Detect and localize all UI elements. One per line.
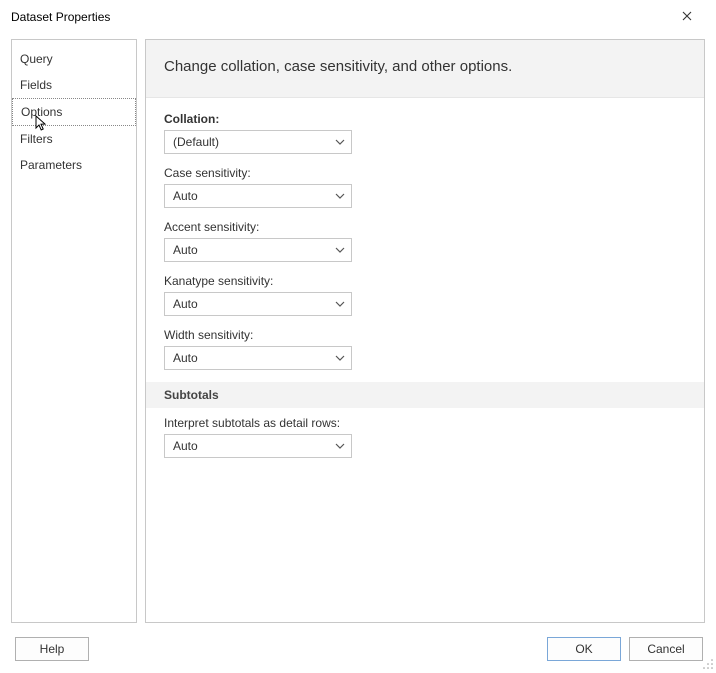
select-value: (Default) (173, 135, 335, 149)
close-button[interactable] (667, 3, 707, 31)
sidebar: Query Fields Options Filters Parameters (11, 39, 137, 623)
select-value: Auto (173, 351, 335, 365)
chevron-down-icon (335, 301, 345, 307)
collation-select[interactable]: (Default) (164, 130, 352, 154)
chevron-down-icon (335, 247, 345, 253)
sidebar-item-parameters[interactable]: Parameters (12, 152, 136, 178)
cancel-button[interactable]: Cancel (629, 637, 703, 661)
accent-sensitivity-select[interactable]: Auto (164, 238, 352, 262)
sidebar-item-label: Filters (20, 132, 53, 146)
sidebar-item-label: Options (21, 105, 62, 119)
select-value: Auto (173, 189, 335, 203)
kanatype-sensitivity-label: Kanatype sensitivity: (164, 274, 686, 288)
interpret-subtotals-label: Interpret subtotals as detail rows: (164, 416, 686, 430)
dialog-window: Dataset Properties Query Fields Options (0, 0, 716, 672)
options-content: Collation: (Default) Case sensitivity: A… (146, 98, 704, 622)
collation-label: Collation: (164, 112, 686, 126)
titlebar: Dataset Properties (1, 1, 715, 33)
button-label: Help (40, 642, 65, 656)
accent-sensitivity-label: Accent sensitivity: (164, 220, 686, 234)
width-sensitivity-select[interactable]: Auto (164, 346, 352, 370)
button-row: Help OK Cancel (1, 627, 715, 671)
sidebar-item-label: Parameters (20, 158, 82, 172)
interpret-subtotals-select[interactable]: Auto (164, 434, 352, 458)
sidebar-item-filters[interactable]: Filters (12, 126, 136, 152)
kanatype-sensitivity-select[interactable]: Auto (164, 292, 352, 316)
sidebar-item-options[interactable]: Options (12, 98, 136, 126)
help-button[interactable]: Help (15, 637, 89, 661)
chevron-down-icon (335, 355, 345, 361)
dialog-body: Query Fields Options Filters Parameters (1, 33, 715, 627)
page-title: Change collation, case sensitivity, and … (146, 40, 704, 98)
button-label: OK (575, 642, 592, 656)
chevron-down-icon (335, 443, 345, 449)
sidebar-item-query[interactable]: Query (12, 46, 136, 72)
chevron-down-icon (335, 139, 345, 145)
width-sensitivity-label: Width sensitivity: (164, 328, 686, 342)
subtotals-section-header: Subtotals (146, 382, 704, 408)
case-sensitivity-label: Case sensitivity: (164, 166, 686, 180)
close-icon (682, 10, 692, 24)
button-label: Cancel (647, 642, 684, 656)
main-panel: Change collation, case sensitivity, and … (145, 39, 705, 623)
ok-button[interactable]: OK (547, 637, 621, 661)
sidebar-item-fields[interactable]: Fields (12, 72, 136, 98)
select-value: Auto (173, 439, 335, 453)
sidebar-item-label: Query (20, 52, 53, 66)
chevron-down-icon (335, 193, 345, 199)
select-value: Auto (173, 243, 335, 257)
sidebar-item-label: Fields (20, 78, 52, 92)
window-title: Dataset Properties (11, 10, 110, 24)
resize-grip-icon[interactable] (702, 658, 714, 670)
select-value: Auto (173, 297, 335, 311)
case-sensitivity-select[interactable]: Auto (164, 184, 352, 208)
